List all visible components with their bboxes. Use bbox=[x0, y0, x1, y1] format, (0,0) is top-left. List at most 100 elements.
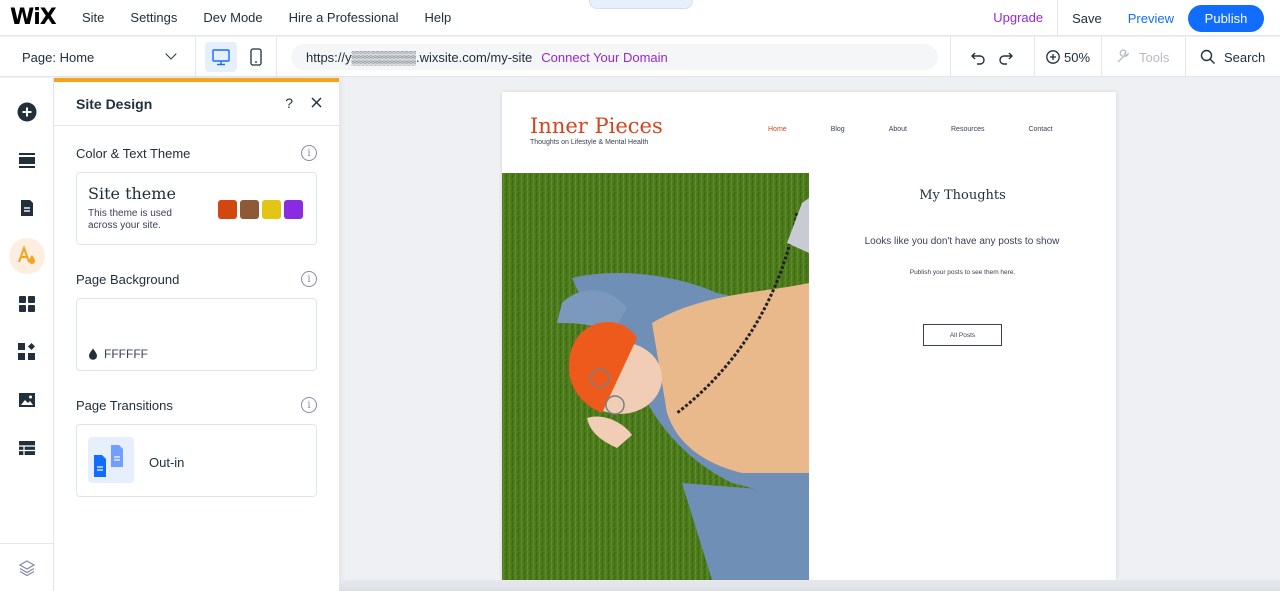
mobile-view-button[interactable] bbox=[244, 42, 268, 72]
background-hex: FFFFFF bbox=[104, 347, 148, 361]
zoom-control[interactable]: 50% bbox=[1045, 37, 1090, 77]
site-nav-resources[interactable]: Resources bbox=[951, 126, 984, 133]
site-navigation: Home Blog About Resources Contact bbox=[768, 126, 1097, 133]
top-menu-bar: WiX Site Settings Dev Mode Hire a Profes… bbox=[0, 0, 1280, 36]
business-apps-icon bbox=[18, 343, 35, 360]
transition-thumbnail bbox=[88, 437, 134, 483]
divider bbox=[950, 37, 951, 77]
add-elements-button[interactable] bbox=[9, 94, 45, 130]
transition-name: Out-in bbox=[149, 455, 185, 470]
top-actions: Upgrade Save Preview Publish bbox=[979, 0, 1280, 36]
color-swatch bbox=[284, 200, 303, 219]
site-design-icon bbox=[18, 245, 35, 264]
divider bbox=[1185, 37, 1186, 77]
preview-button[interactable]: Preview bbox=[1116, 11, 1188, 26]
site-design-button[interactable] bbox=[9, 238, 45, 274]
collapse-toolbar-tab[interactable]: ⌃ bbox=[589, 0, 693, 9]
editor-toolbar: Page: Home https://y▒▒▒▒▒▒▒.wixsite.com/… bbox=[0, 37, 1280, 77]
theme-swatches bbox=[218, 200, 306, 219]
chevron-down-icon bbox=[165, 48, 177, 60]
site-nav-contact[interactable]: Contact bbox=[1028, 126, 1052, 133]
menu-hire-professional[interactable]: Hire a Professional bbox=[289, 10, 399, 25]
tools-label: Tools bbox=[1139, 49, 1170, 65]
undo-icon[interactable] bbox=[970, 49, 986, 65]
desktop-icon bbox=[212, 49, 230, 66]
menu-dev-mode[interactable]: Dev Mode bbox=[203, 10, 262, 25]
panel-title: Site Design bbox=[76, 95, 153, 112]
search-button[interactable]: Search bbox=[1200, 37, 1265, 77]
person-on-grass-image bbox=[502, 173, 809, 580]
menu-settings[interactable]: Settings bbox=[130, 10, 177, 25]
cms-icon bbox=[19, 441, 35, 455]
apps-icon bbox=[19, 296, 35, 312]
menu-help[interactable]: Help bbox=[424, 10, 451, 25]
color-swatch bbox=[262, 200, 281, 219]
media-button[interactable] bbox=[9, 382, 45, 418]
site-tagline[interactable]: Thoughts on Lifestyle & Mental Health bbox=[530, 139, 648, 146]
cms-button[interactable] bbox=[9, 430, 45, 466]
blog-section-title[interactable]: My Thoughts bbox=[809, 188, 1116, 203]
search-icon bbox=[1200, 49, 1215, 64]
add-icon bbox=[17, 102, 37, 122]
info-icon[interactable]: i bbox=[301, 397, 317, 413]
left-tool-rail bbox=[0, 78, 54, 591]
page-selector-label: Page: Home bbox=[22, 49, 95, 65]
droplet-icon bbox=[89, 348, 97, 360]
menu-site[interactable]: Site bbox=[82, 10, 104, 25]
page-selector[interactable]: Page: Home bbox=[0, 37, 196, 77]
divider bbox=[1101, 37, 1102, 77]
page-background-label: Page Background bbox=[76, 272, 180, 287]
wrench-icon bbox=[1117, 49, 1130, 63]
hero-photo[interactable] bbox=[502, 173, 809, 580]
help-icon[interactable]: ? bbox=[285, 95, 293, 111]
info-icon[interactable]: i bbox=[301, 145, 317, 161]
site-nav-blog[interactable]: Blog bbox=[831, 126, 845, 133]
site-url: https://y▒▒▒▒▒▒▒.wixsite.com/my-site bbox=[306, 49, 533, 65]
theme-description: This theme is used across your site. bbox=[88, 208, 172, 231]
desktop-view-button[interactable] bbox=[205, 42, 237, 72]
pages-button[interactable] bbox=[9, 190, 45, 226]
zoom-in-icon bbox=[1046, 50, 1060, 64]
layers-button[interactable] bbox=[0, 543, 54, 591]
site-design-panel: Site Design ? Color & Text Theme i Site … bbox=[54, 78, 339, 591]
business-apps-button[interactable] bbox=[9, 334, 45, 370]
site-nav-about[interactable]: About bbox=[889, 126, 907, 133]
site-nav-home[interactable]: Home bbox=[768, 126, 787, 133]
color-swatch bbox=[218, 200, 237, 219]
chevron-up-icon: ⌃ bbox=[637, 0, 647, 8]
page-transitions-label: Page Transitions bbox=[76, 398, 173, 413]
canvas-bottom-edge bbox=[339, 580, 1280, 591]
search-label: Search bbox=[1224, 49, 1266, 65]
pages-icon bbox=[21, 200, 33, 216]
upgrade-link[interactable]: Upgrade bbox=[979, 0, 1059, 36]
close-icon[interactable] bbox=[311, 97, 322, 108]
apps-button[interactable] bbox=[9, 286, 45, 322]
divider bbox=[1034, 37, 1035, 77]
theme-name: Site theme bbox=[88, 184, 176, 203]
info-icon[interactable]: i bbox=[301, 271, 317, 287]
site-title[interactable]: Inner Pieces bbox=[530, 114, 663, 138]
page-transitions-card[interactable]: Out-in bbox=[76, 424, 317, 497]
site-canvas[interactable]: Inner Pieces Thoughts on Lifestyle & Men… bbox=[502, 92, 1116, 580]
wix-logo[interactable]: WiX bbox=[10, 5, 70, 30]
empty-posts-message: Looks like you don't have any posts to s… bbox=[864, 236, 1060, 247]
sections-icon bbox=[19, 153, 35, 168]
page-background-card[interactable]: FFFFFF bbox=[76, 298, 317, 371]
mobile-icon bbox=[250, 48, 262, 66]
main-menu: Site Settings Dev Mode Hire a Profession… bbox=[82, 10, 477, 25]
color-text-theme-label: Color & Text Theme bbox=[76, 146, 191, 161]
site-theme-card[interactable]: Site theme This theme is used across you… bbox=[76, 172, 317, 245]
empty-posts-hint: Publish your posts to see them here. bbox=[909, 269, 1016, 276]
connect-domain-link[interactable]: Connect Your Domain bbox=[541, 50, 667, 65]
sections-button[interactable] bbox=[9, 142, 45, 178]
panel-header: Site Design ? bbox=[54, 82, 339, 126]
site-url-bar: https://y▒▒▒▒▒▒▒.wixsite.com/my-site Con… bbox=[291, 44, 938, 70]
background-color-value: FFFFFF bbox=[88, 347, 148, 361]
media-icon bbox=[19, 393, 35, 407]
publish-button[interactable]: Publish bbox=[1188, 4, 1264, 32]
save-button[interactable]: Save bbox=[1058, 11, 1116, 26]
all-posts-button[interactable]: All Posts bbox=[923, 324, 1002, 346]
layers-icon bbox=[18, 559, 36, 576]
redo-icon[interactable] bbox=[998, 49, 1014, 65]
tools-button[interactable]: Tools bbox=[1115, 37, 1169, 77]
